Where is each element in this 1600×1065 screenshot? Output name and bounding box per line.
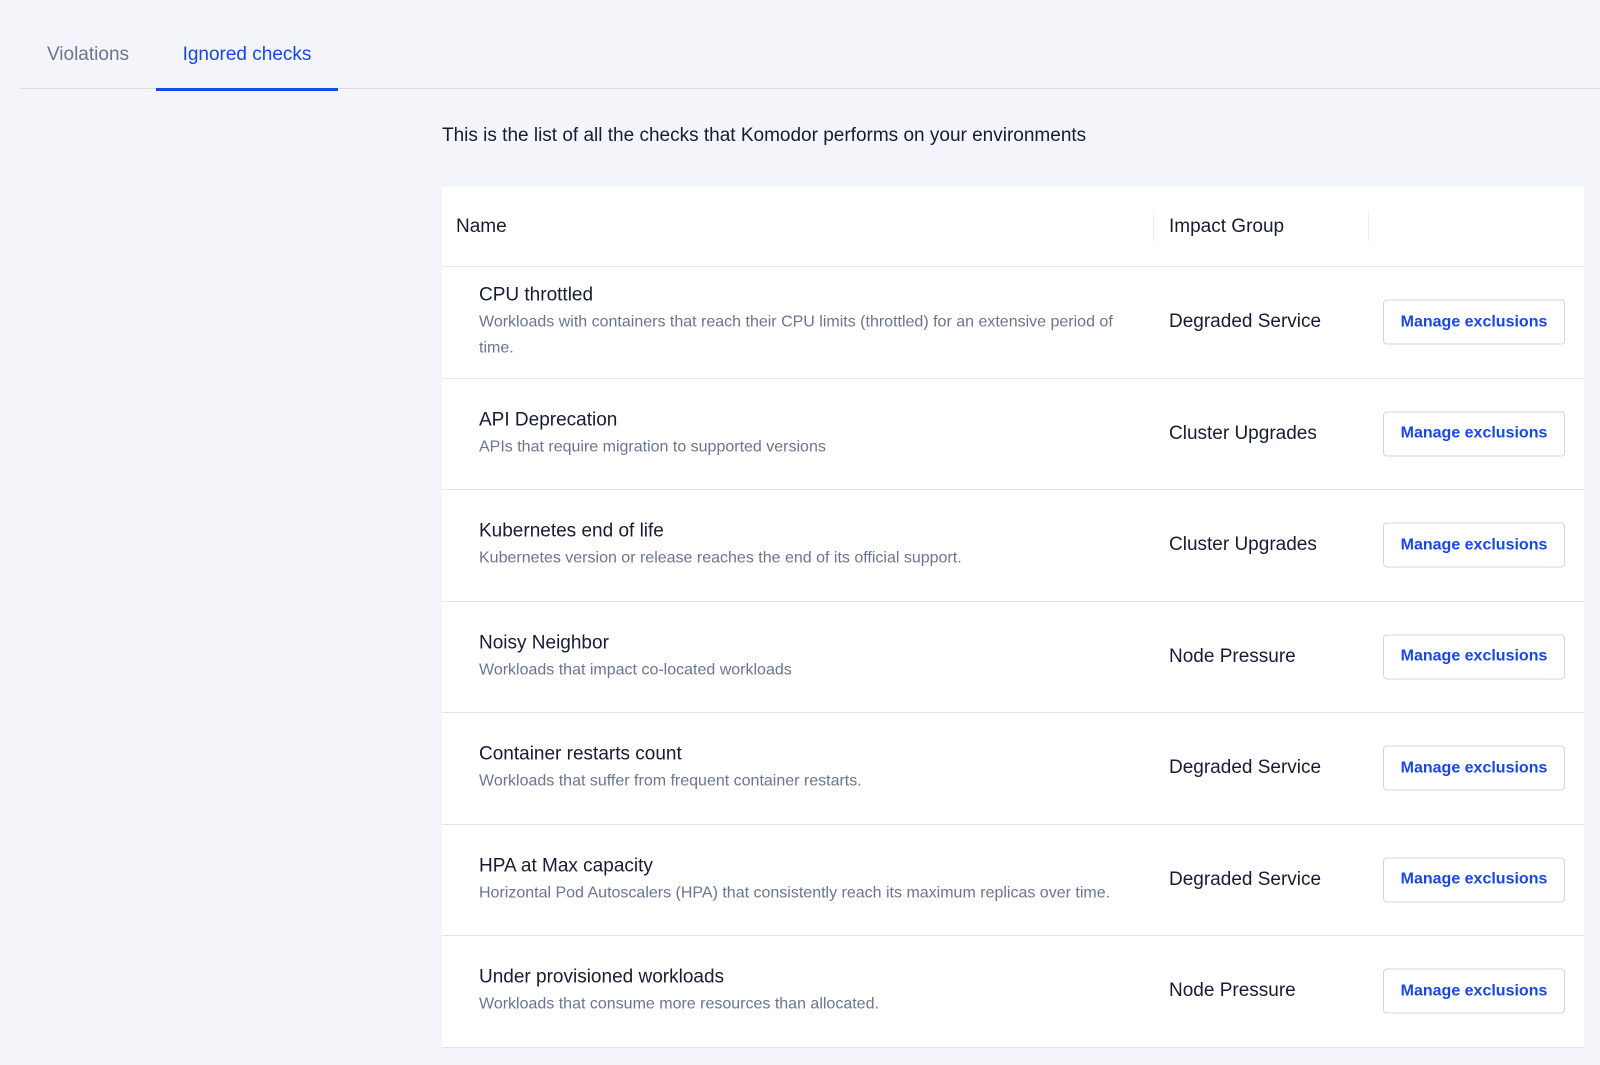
column-header-name: Name	[456, 216, 507, 237]
table-row: Under provisioned workloads Workloads th…	[442, 936, 1584, 1048]
check-description: Horizontal Pod Autoscalers (HPA) that co…	[479, 884, 1111, 902]
impact-group: Node Pressure	[1169, 980, 1296, 1002]
check-description: Workloads that consume more resources th…	[479, 995, 879, 1013]
check-description: Kubernetes version or release reaches th…	[479, 549, 962, 567]
table-row: API Deprecation APIs that require migrat…	[442, 379, 1584, 490]
manage-exclusions-button[interactable]: Manage exclusions	[1383, 299, 1565, 345]
table-row: HPA at Max capacity Horizontal Pod Autos…	[442, 825, 1584, 936]
impact-group: Degraded Service	[1169, 868, 1322, 890]
manage-exclusions-button[interactable]: Manage exclusions	[1383, 857, 1565, 903]
manage-exclusions-button[interactable]: Manage exclusions	[1383, 745, 1565, 791]
check-title: CPU throttled	[479, 284, 594, 306]
table-row: CPU throttled Workloads with containers …	[442, 267, 1584, 379]
impact-group: Node Pressure	[1169, 645, 1296, 667]
checks-table: Name Impact Group CPU throttled Workload…	[442, 187, 1584, 1048]
impact-group: Cluster Upgrades	[1169, 534, 1317, 556]
column-divider	[1368, 211, 1369, 241]
manage-exclusions-button[interactable]: Manage exclusions	[1383, 411, 1565, 457]
table-header: Name Impact Group	[442, 187, 1584, 267]
table-row: Kubernetes end of life Kubernetes versio…	[442, 490, 1584, 602]
column-divider	[1153, 211, 1154, 241]
check-description: Workloads that suffer from frequent cont…	[479, 772, 862, 790]
check-title: API Deprecation	[479, 409, 618, 431]
tab-bar: Violations Ignored checks	[20, 0, 1600, 91]
check-title: Noisy Neighbor	[479, 632, 609, 654]
table-row: Container restarts count Workloads that …	[442, 713, 1584, 825]
manage-exclusions-button[interactable]: Manage exclusions	[1383, 522, 1565, 568]
page-description: This is the list of all the checks that …	[442, 125, 1087, 146]
check-title: HPA at Max capacity	[479, 855, 653, 877]
check-title: Kubernetes end of life	[479, 520, 664, 542]
check-description: APIs that require migration to supported…	[479, 438, 826, 456]
tab-violations[interactable]: Violations	[20, 0, 156, 89]
check-description: Workloads with containers that reach the…	[479, 313, 1113, 357]
check-title: Under provisioned workloads	[479, 966, 725, 988]
check-description: Workloads that impact co-located workloa…	[479, 661, 792, 679]
manage-exclusions-button[interactable]: Manage exclusions	[1383, 968, 1565, 1014]
check-title: Container restarts count	[479, 743, 682, 765]
impact-group: Cluster Upgrades	[1169, 422, 1317, 444]
tab-ignored-checks[interactable]: Ignored checks	[156, 0, 338, 91]
impact-group: Degraded Service	[1169, 757, 1322, 779]
table-row: Noisy Neighbor Workloads that impact co-…	[442, 602, 1584, 713]
column-header-impact-group: Impact Group	[1169, 216, 1285, 237]
impact-group: Degraded Service	[1169, 311, 1322, 333]
manage-exclusions-button[interactable]: Manage exclusions	[1383, 634, 1565, 680]
